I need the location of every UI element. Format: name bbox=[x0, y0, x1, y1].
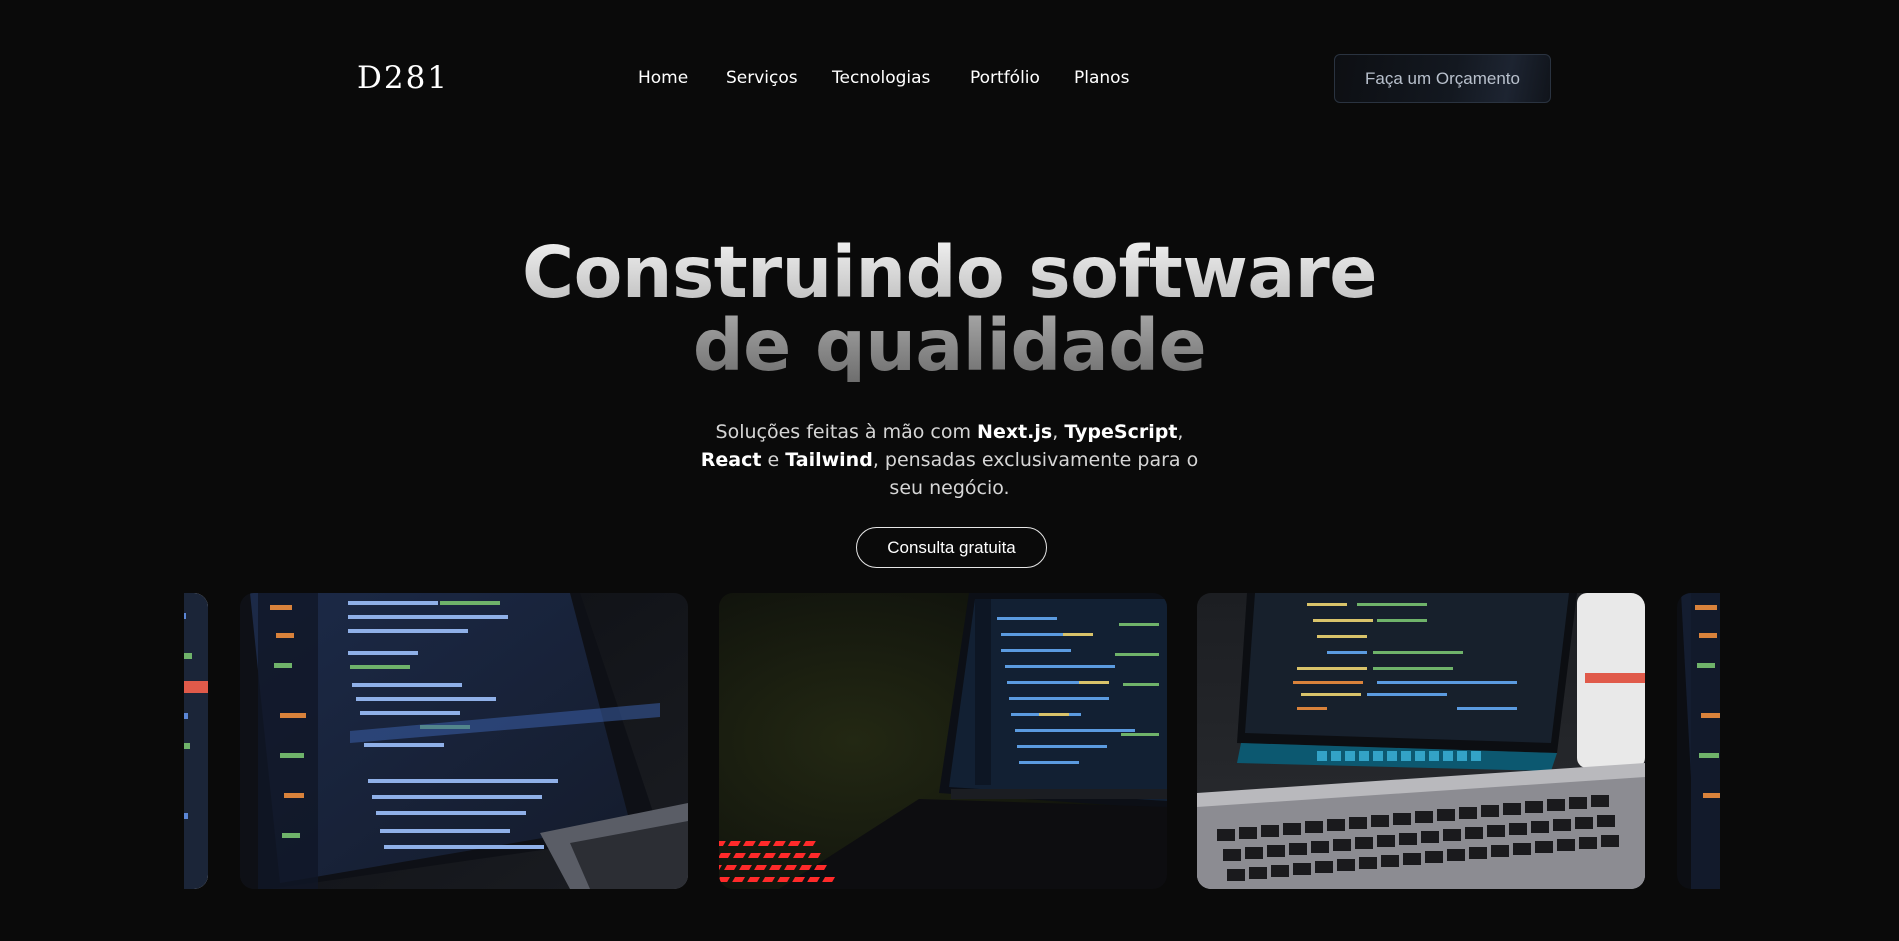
hero-subtitle-row3: seu negócio. bbox=[889, 477, 1010, 499]
tech-typescript: TypeScript bbox=[1064, 421, 1178, 443]
hero-subtitle-row1: Soluções feitas à mão com Next.js, TypeS… bbox=[0, 418, 1899, 446]
carousel-slide bbox=[184, 593, 208, 889]
free-consultation-button[interactable]: Consulta gratuita bbox=[856, 527, 1047, 568]
nav-item-planos[interactable]: Planos bbox=[1074, 66, 1129, 90]
nav-item-portfolio[interactable]: Portfólio bbox=[970, 66, 1040, 90]
carousel-slide bbox=[719, 593, 1167, 889]
hero-title-line1: Construindo software bbox=[0, 236, 1899, 309]
carousel-slide bbox=[240, 593, 688, 889]
image-carousel[interactable] bbox=[184, 593, 1720, 889]
subtitle-text: e bbox=[761, 449, 786, 471]
laptop-code-editor-photo bbox=[184, 593, 208, 889]
hero-subtitle-row2: React e Tailwind, pensadas exclusivament… bbox=[0, 446, 1899, 474]
hero-title-line2: de qualidade bbox=[0, 309, 1899, 382]
laptop-code-editor-photo bbox=[240, 593, 688, 889]
top-nav: D281 Home Serviços Tecnologias Portfólio… bbox=[0, 0, 1899, 156]
macbook-code-editor-photo bbox=[1197, 593, 1645, 889]
tech-tailwind: Tailwind bbox=[785, 449, 873, 471]
nav-item-servicos[interactable]: Serviços bbox=[726, 66, 798, 90]
subtitle-text: , bbox=[1177, 421, 1184, 443]
hero-title: Construindo software de qualidade bbox=[0, 236, 1899, 382]
nav-item-tecnologias[interactable]: Tecnologias bbox=[832, 66, 930, 90]
nav-item-home[interactable]: Home bbox=[638, 66, 688, 90]
carousel-slide bbox=[1197, 593, 1645, 889]
tech-react: React bbox=[700, 449, 762, 471]
quote-button[interactable]: Faça um Orçamento bbox=[1334, 54, 1551, 103]
laptop-code-editor-photo bbox=[1677, 593, 1720, 889]
laptop-red-keyboard-photo bbox=[719, 593, 1167, 889]
subtitle-text: , pensadas exclusivamente para o bbox=[872, 449, 1199, 471]
subtitle-text: , bbox=[1052, 421, 1065, 443]
tech-nextjs: Next.js bbox=[977, 421, 1053, 443]
carousel-slide bbox=[1677, 593, 1720, 889]
hero-subtitle: Soluções feitas à mão com Next.js, TypeS… bbox=[0, 418, 1899, 502]
brand-logo[interactable]: D281 bbox=[357, 60, 449, 96]
subtitle-text: Soluções feitas à mão com bbox=[715, 421, 978, 443]
